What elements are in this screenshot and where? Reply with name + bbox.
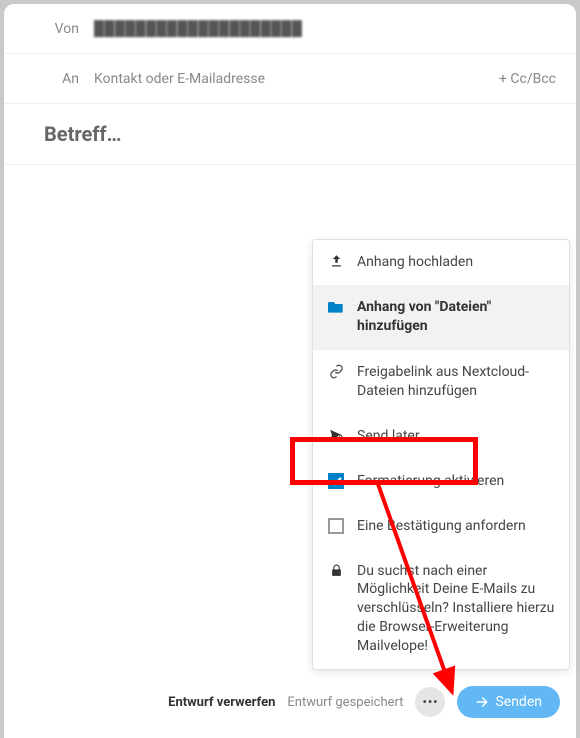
menu-label: Du suchst nach einer Möglichkeit Deine E… bbox=[357, 562, 555, 656]
menu-item-upload-attachment[interactable]: Anhang hochladen bbox=[313, 240, 569, 285]
menu-item-share-link[interactable]: Freigabelink aus Nextcloud-Dateien hinzu… bbox=[313, 350, 569, 414]
from-row: Von ████████████████████ bbox=[4, 4, 576, 54]
menu-label: Eine Bestätigung anfordern bbox=[357, 517, 555, 536]
more-options-button[interactable]: ••• bbox=[415, 687, 445, 717]
menu-label: Formatierung aktivieren bbox=[357, 472, 555, 491]
menu-label: Freigabelink aus Nextcloud-Dateien hinzu… bbox=[357, 363, 555, 401]
more-options-menu: Anhang hochladen Anhang von "Dateien" hi… bbox=[312, 239, 570, 670]
folder-icon bbox=[327, 298, 345, 313]
from-value[interactable]: ████████████████████ bbox=[94, 20, 556, 37]
checkbox-checked-icon bbox=[327, 472, 345, 489]
menu-item-send-later[interactable]: Send later bbox=[313, 414, 569, 459]
from-label: Von bbox=[24, 21, 94, 37]
menu-item-toggle-formatting[interactable]: Formatierung aktivieren bbox=[313, 459, 569, 504]
upload-icon bbox=[327, 253, 345, 269]
lock-icon bbox=[327, 562, 345, 578]
send-later-icon bbox=[327, 427, 345, 442]
send-label: Senden bbox=[495, 694, 542, 710]
checkbox-icon bbox=[327, 517, 345, 534]
draft-saved-status: Entwurf gespeichert bbox=[287, 695, 403, 710]
compose-footer: Entwurf verwerfen Entwurf gespeichert ••… bbox=[4, 674, 576, 738]
discard-draft-button[interactable]: Entwurf verwerfen bbox=[168, 695, 275, 710]
to-placeholder-text: Kontakt oder E-Mailadresse bbox=[94, 71, 265, 87]
cc-bcc-toggle[interactable]: + Cc/Bcc bbox=[499, 71, 556, 87]
menu-item-toggle-receipt[interactable]: Eine Bestätigung anfordern bbox=[313, 504, 569, 549]
menu-item-encryption-info[interactable]: Du suchst nach einer Möglichkeit Deine E… bbox=[313, 549, 569, 669]
to-row: An Kontakt oder E-Mailadresse + Cc/Bcc bbox=[4, 54, 576, 104]
dots-icon: ••• bbox=[423, 695, 439, 709]
to-input[interactable]: Kontakt oder E-Mailadresse bbox=[94, 71, 499, 87]
subject-row: Betreff… bbox=[4, 104, 576, 165]
menu-label: Send later bbox=[357, 427, 555, 446]
to-label: An bbox=[24, 71, 94, 87]
arrow-right-icon bbox=[475, 695, 489, 709]
send-button[interactable]: Senden bbox=[457, 686, 560, 718]
subject-input[interactable]: Betreff… bbox=[44, 122, 556, 146]
link-icon bbox=[327, 363, 345, 379]
menu-label: Anhang von "Dateien" hinzufügen bbox=[357, 298, 555, 336]
menu-label: Anhang hochladen bbox=[357, 253, 555, 272]
menu-item-attach-from-files[interactable]: Anhang von "Dateien" hinzufügen bbox=[313, 285, 569, 349]
